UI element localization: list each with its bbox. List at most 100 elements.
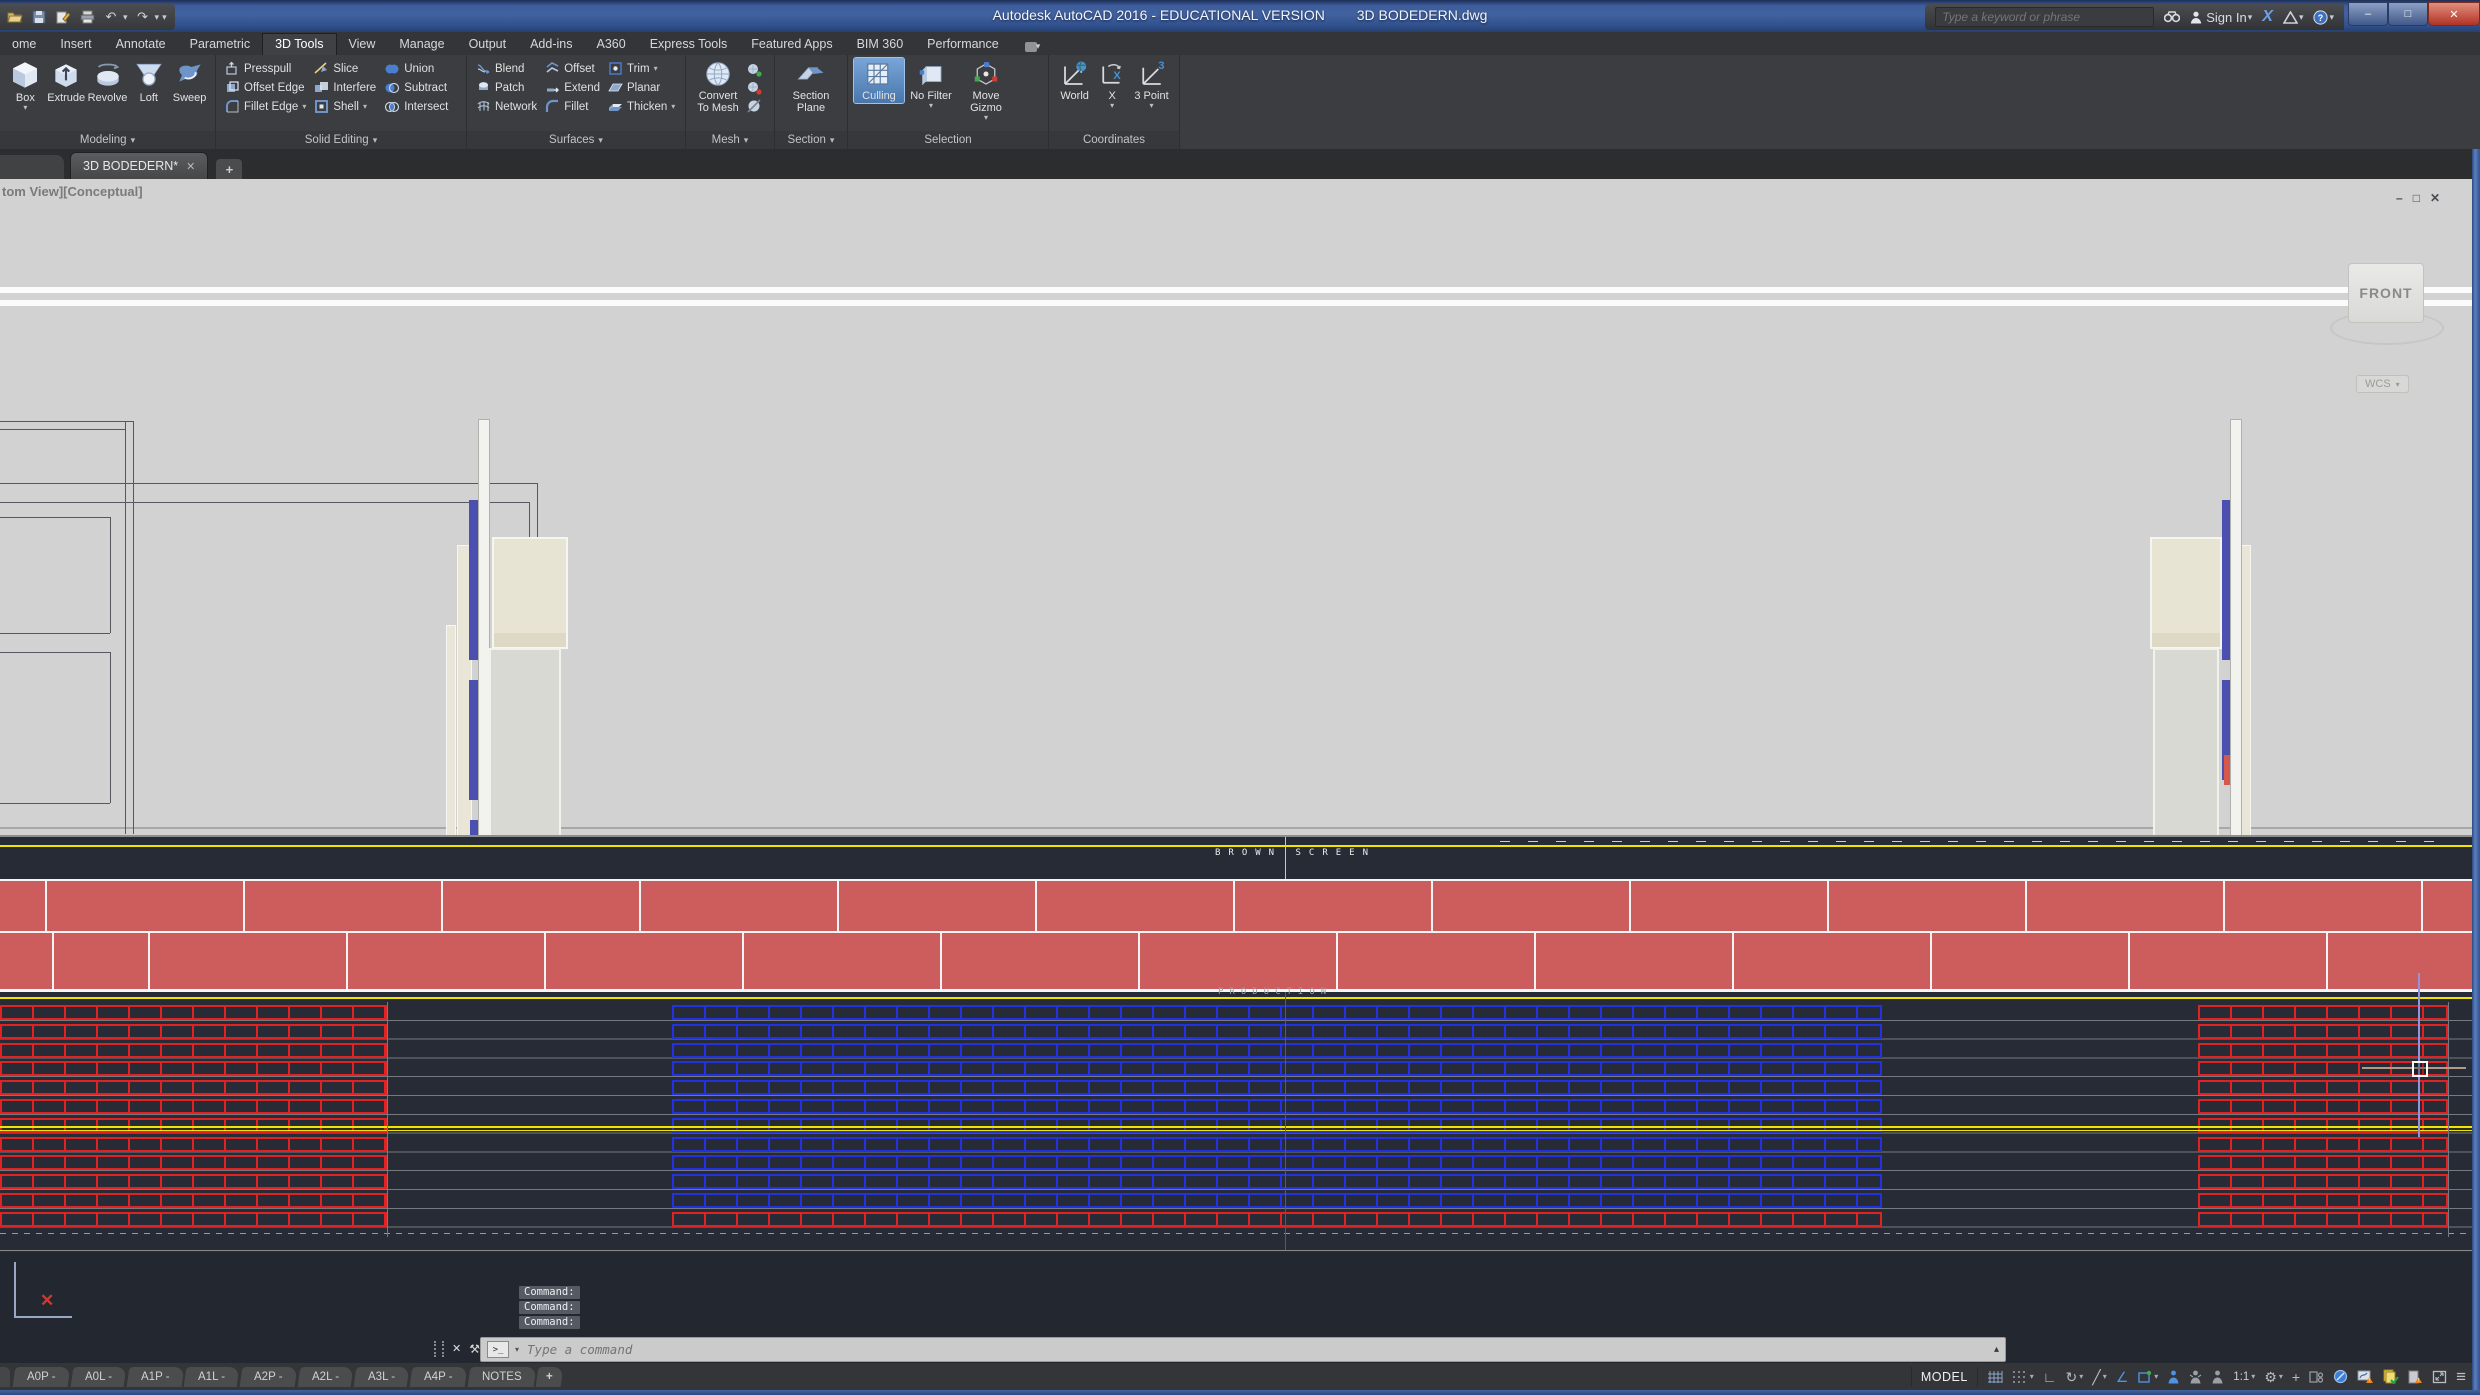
panel-title-selection[interactable]: Selection	[848, 131, 1048, 149]
surf-fillet-button[interactable]: Fillet	[542, 98, 603, 115]
annotation-scale-icon[interactable]	[2211, 1370, 2224, 1384]
layout-tab-a2p[interactable]: A2P -	[240, 1367, 297, 1387]
annotation-visibility-icon[interactable]	[2167, 1370, 2180, 1384]
slice-button[interactable]: Slice	[311, 60, 379, 77]
layout-tab-notes[interactable]: NOTES	[467, 1367, 535, 1387]
layout-tab-a1p[interactable]: A1P -	[126, 1367, 183, 1387]
panel-title-modeling[interactable]: Modeling▾	[0, 131, 215, 149]
layout-tab-a2l[interactable]: A2L -	[297, 1367, 353, 1387]
tab-bim-360[interactable]: BIM 360	[845, 34, 916, 55]
no-filter-button[interactable]: No Filter▾	[906, 58, 956, 110]
fillet-edge-button[interactable]: Fillet Edge▾	[222, 98, 309, 115]
new-drawing-tab-button[interactable]: +	[216, 159, 242, 179]
panel-title-surfaces[interactable]: Surfaces▾	[467, 131, 685, 149]
doc-minimize-icon[interactable]: –	[2396, 191, 2403, 205]
unsmooth-icon[interactable]	[746, 98, 762, 114]
red-tile-row[interactable]	[0, 879, 2472, 933]
viewport-label[interactable]: tom View][Conceptual]	[2, 184, 143, 199]
tab-a360[interactable]: A360	[584, 34, 637, 55]
grid-icon[interactable]	[1987, 1370, 2003, 1384]
isodraft-icon[interactable]: ╱▾	[2092, 1370, 2106, 1384]
left-unit-blue-strip[interactable]	[469, 500, 478, 660]
viewcube-face-label[interactable]: FRONT	[2359, 285, 2412, 301]
surf-extend-button[interactable]: Extend	[542, 79, 603, 96]
panel-title-coordinates[interactable]: Coordinates	[1049, 131, 1179, 149]
intersect-button[interactable]: Intersect	[381, 98, 451, 115]
panel-title-solid-editing[interactable]: Solid Editing▾	[216, 131, 466, 149]
polar-tracking-icon[interactable]: ↻▾	[2066, 1370, 2084, 1384]
object-snap-icon[interactable]: ▾	[2137, 1370, 2158, 1384]
culling-button[interactable]: Culling	[854, 58, 904, 103]
clean-screen-icon[interactable]	[2432, 1370, 2447, 1384]
right-unit-cabinet-box[interactable]	[2150, 537, 2222, 649]
thicken-button[interactable]: Thicken▾	[605, 98, 678, 115]
layout-tab-a1l[interactable]: A1L -	[184, 1367, 240, 1387]
file-tab-partial[interactable]	[0, 155, 64, 179]
qat-overflow-icon[interactable]: ▾	[162, 12, 167, 23]
patch-button[interactable]: Patch	[473, 79, 540, 96]
left-unit-cabinet-box[interactable]	[492, 537, 568, 649]
tab-parametric[interactable]: Parametric	[178, 34, 262, 55]
layout-tab-a4p[interactable]: A4P -	[410, 1367, 467, 1387]
save-as-icon[interactable]	[54, 8, 72, 26]
tab-featured-apps[interactable]: Featured Apps	[739, 34, 844, 55]
plot-icon[interactable]	[78, 8, 96, 26]
undo-dropdown-icon[interactable]: ▾	[123, 12, 128, 23]
tab-view[interactable]: View	[337, 34, 388, 55]
revolve-button[interactable]: Revolve	[88, 58, 128, 105]
three-point-button[interactable]: 3 3 Point▾	[1130, 58, 1173, 110]
red-tile-row[interactable]	[0, 931, 2472, 991]
tab-manage[interactable]: Manage	[387, 34, 456, 55]
command-input[interactable]	[525, 1341, 1988, 1358]
sign-in-dropdown-icon[interactable]: ▾	[2248, 12, 2253, 23]
convert-to-mesh-button[interactable]: Convert To Mesh	[692, 58, 744, 115]
annotation-autoscale-icon[interactable]	[2189, 1370, 2202, 1384]
undo-icon[interactable]: ↶	[102, 8, 120, 26]
ortho-icon[interactable]: ∟	[2043, 1370, 2057, 1384]
viewport-upper-region[interactable]: tom View][Conceptual]	[0, 179, 2472, 835]
snap-icon[interactable]: ▾	[2012, 1370, 2034, 1384]
redo-icon[interactable]: ↷	[134, 8, 152, 26]
maximize-button[interactable]: □	[2388, 2, 2428, 26]
drag-grip-icon[interactable]	[434, 1341, 444, 1357]
tab-performance[interactable]: Performance	[915, 34, 1011, 55]
offset-edge-button[interactable]: Offset Edge	[222, 79, 309, 96]
sign-in-button[interactable]: Sign In ▾	[2190, 10, 2252, 25]
sweep-button[interactable]: Sweep	[170, 58, 209, 105]
file-tab-active[interactable]: 3D BODEDERN* ✕	[70, 152, 208, 179]
quick-properties-icon[interactable]	[2309, 1370, 2324, 1384]
search-binoculars-icon[interactable]	[2164, 11, 2180, 23]
chevron-down-icon[interactable]: ▾	[515, 1345, 519, 1354]
close-button[interactable]: ✕	[2428, 2, 2480, 26]
isolate-objects-icon[interactable]	[2333, 1369, 2348, 1384]
planar-button[interactable]: Planar	[605, 79, 678, 96]
tab-annotate[interactable]: Annotate	[104, 34, 178, 55]
workspace-gear-icon[interactable]: ⚙▾	[2264, 1370, 2283, 1384]
doc-restore-icon[interactable]: □	[2413, 191, 2420, 205]
smooth-less-icon[interactable]	[746, 80, 762, 96]
surf-trim-button[interactable]: Trim▾	[605, 60, 678, 77]
new-layout-button[interactable]: +	[536, 1367, 564, 1387]
command-history-up-icon[interactable]: ▴	[1994, 1344, 1999, 1355]
command-line[interactable]: >_ ▾ ▴	[480, 1337, 2006, 1362]
x-rotate-button[interactable]: X X▾	[1096, 58, 1128, 110]
panel-title-section[interactable]: Section▾	[775, 131, 847, 149]
layout-tab-partial[interactable]	[0, 1367, 10, 1387]
tab-express-tools[interactable]: Express Tools	[638, 34, 740, 55]
seating-pattern-band[interactable]	[0, 989, 2472, 1253]
annotation-monitor-icon[interactable]: +	[2292, 1370, 2300, 1384]
viewcube[interactable]: FRONT	[2348, 263, 2424, 323]
object-snap-tracking-icon[interactable]: ∠	[2116, 1370, 2129, 1384]
presspull-button[interactable]: Presspull	[222, 60, 309, 77]
help-search-input[interactable]	[1935, 7, 2154, 27]
model-space-button[interactable]: MODEL	[1911, 1367, 1978, 1387]
ribbon-display-toggle[interactable]: ▾	[1025, 41, 1041, 52]
tab-insert[interactable]: Insert	[48, 34, 103, 55]
layout-tab-a0p[interactable]: A0P -	[13, 1367, 70, 1387]
interfere-button[interactable]: Interfere	[311, 79, 379, 96]
redo-dropdown-icon[interactable]: ▾	[155, 12, 160, 23]
customization-icon[interactable]: ≡	[2456, 1370, 2466, 1384]
command-customize-icon[interactable]: ⚒	[469, 1342, 480, 1356]
surf-offset-button[interactable]: Offset	[542, 60, 603, 77]
section-plane-button[interactable]: Section Plane	[782, 58, 840, 115]
